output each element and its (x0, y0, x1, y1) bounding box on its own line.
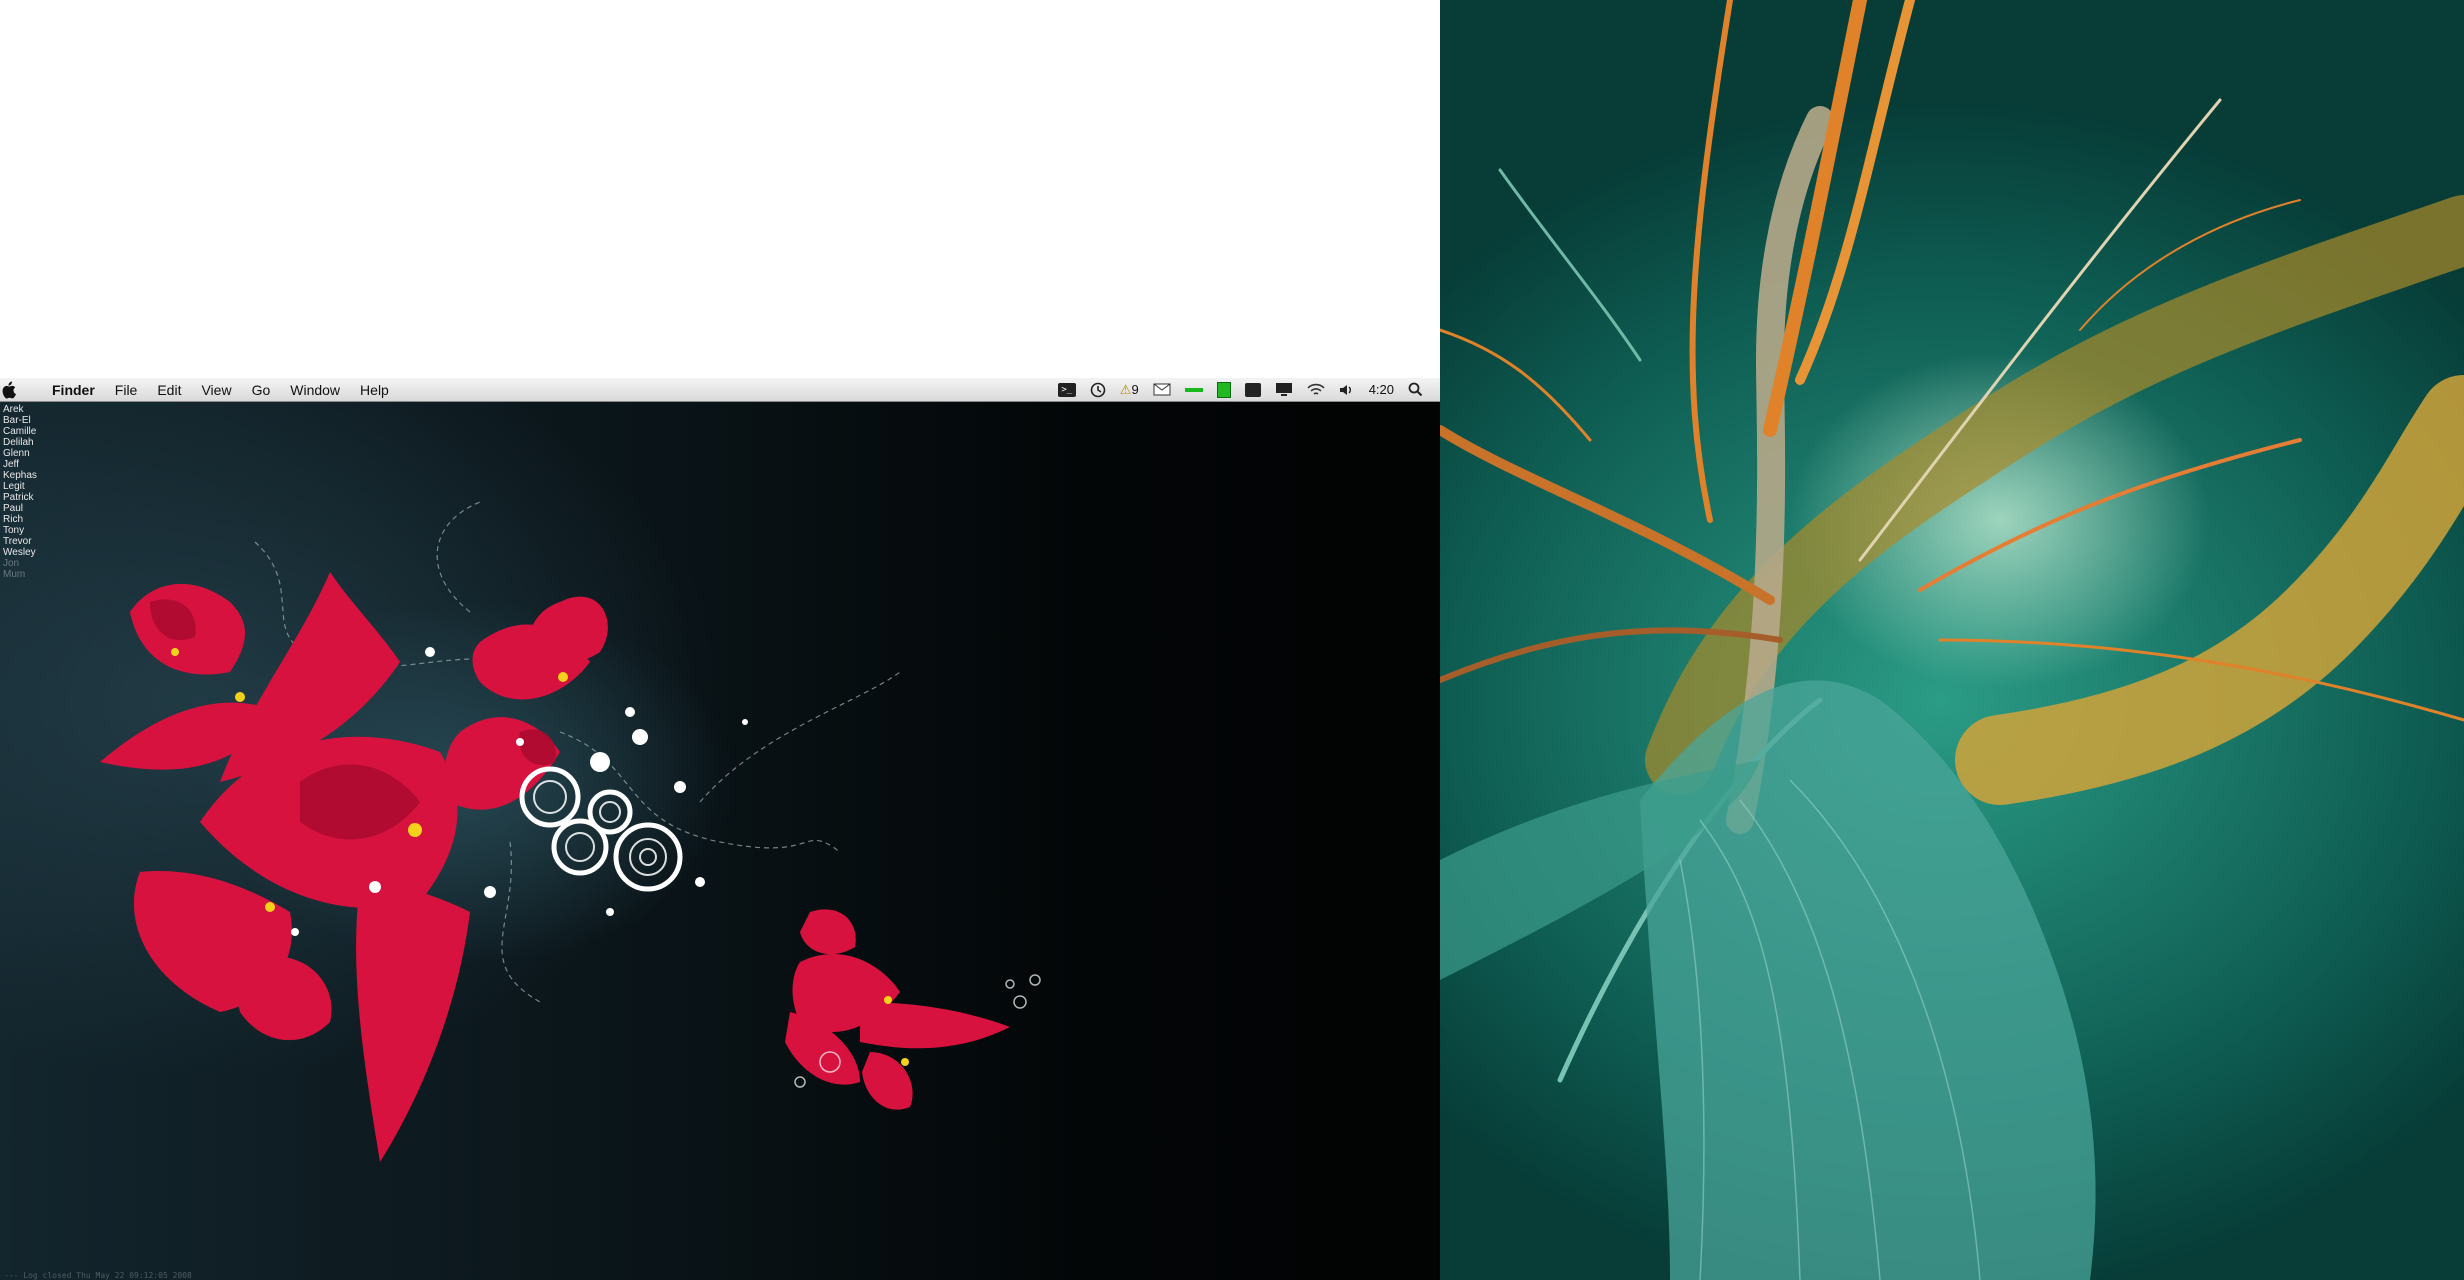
dashboard-icon[interactable] (1244, 382, 1261, 397)
buddy-item[interactable]: Bar-El (3, 415, 37, 426)
mail-icon[interactable] (1153, 383, 1171, 396)
menu-view[interactable]: View (191, 378, 241, 402)
menu-window[interactable]: Window (280, 378, 350, 402)
buddy-item[interactable]: Camille (3, 426, 37, 437)
right-monitor-wallpaper (1440, 0, 2464, 1280)
clock[interactable]: 4:20 (1369, 382, 1394, 397)
buddy-item[interactable]: Tony (3, 525, 37, 536)
battery-green-icon[interactable] (1216, 381, 1231, 398)
desktop-wallpaper: Arek Bar-El Camille Delilah Glenn Jeff K… (0, 402, 1440, 1280)
tentacle-artwork (1440, 0, 2464, 1280)
display-icon[interactable] (1275, 382, 1293, 397)
red-flower-artwork (100, 501, 1041, 1162)
buddy-item[interactable]: Glenn (3, 448, 37, 459)
blank-region (0, 0, 1440, 378)
apple-logo-icon[interactable] (0, 381, 40, 399)
time-machine-icon[interactable] (1090, 382, 1106, 398)
buddy-item[interactable]: Rich (3, 514, 37, 525)
buddy-item[interactable]: Delilah (3, 437, 37, 448)
volume-icon[interactable] (1339, 383, 1355, 397)
alert-count: 9 (1131, 382, 1139, 397)
buddy-item[interactable]: Trevor (3, 536, 37, 547)
buddy-item[interactable]: Legit (3, 481, 37, 492)
buddy-item-idle[interactable]: Jon (3, 558, 37, 569)
menu-help[interactable]: Help (350, 378, 399, 402)
network-activity-icon[interactable] (1184, 387, 1203, 392)
menu-bar: Finder File Edit View Go Window Help >_ … (0, 378, 1440, 402)
app-menu-finder[interactable]: Finder (40, 378, 105, 402)
buddy-item[interactable]: Arek (3, 404, 37, 415)
buddy-item[interactable]: Wesley (3, 547, 37, 558)
alert-status[interactable]: ⚠ 9 (1120, 382, 1139, 398)
left-monitor: Finder File Edit View Go Window Help >_ … (0, 0, 1440, 1280)
buddy-item-idle[interactable]: Mum (3, 569, 37, 580)
menu-edit[interactable]: Edit (147, 378, 191, 402)
spotlight-search-icon[interactable] (1408, 382, 1423, 397)
wifi-icon[interactable] (1307, 383, 1325, 397)
warning-icon: ⚠ (1119, 381, 1132, 397)
buddy-item[interactable]: Paul (3, 503, 37, 514)
log-line: --- Log closed Thu May 22 09:12:05 2008 (4, 1271, 192, 1280)
terminal-icon[interactable]: >_ (1057, 382, 1076, 397)
buddy-item[interactable]: Patrick (3, 492, 37, 503)
buddy-item[interactable]: Kephas (3, 470, 37, 481)
buddy-list: Arek Bar-El Camille Delilah Glenn Jeff K… (3, 404, 37, 580)
menu-file[interactable]: File (105, 378, 148, 402)
buddy-item[interactable]: Jeff (3, 459, 37, 470)
menu-go[interactable]: Go (242, 378, 281, 402)
